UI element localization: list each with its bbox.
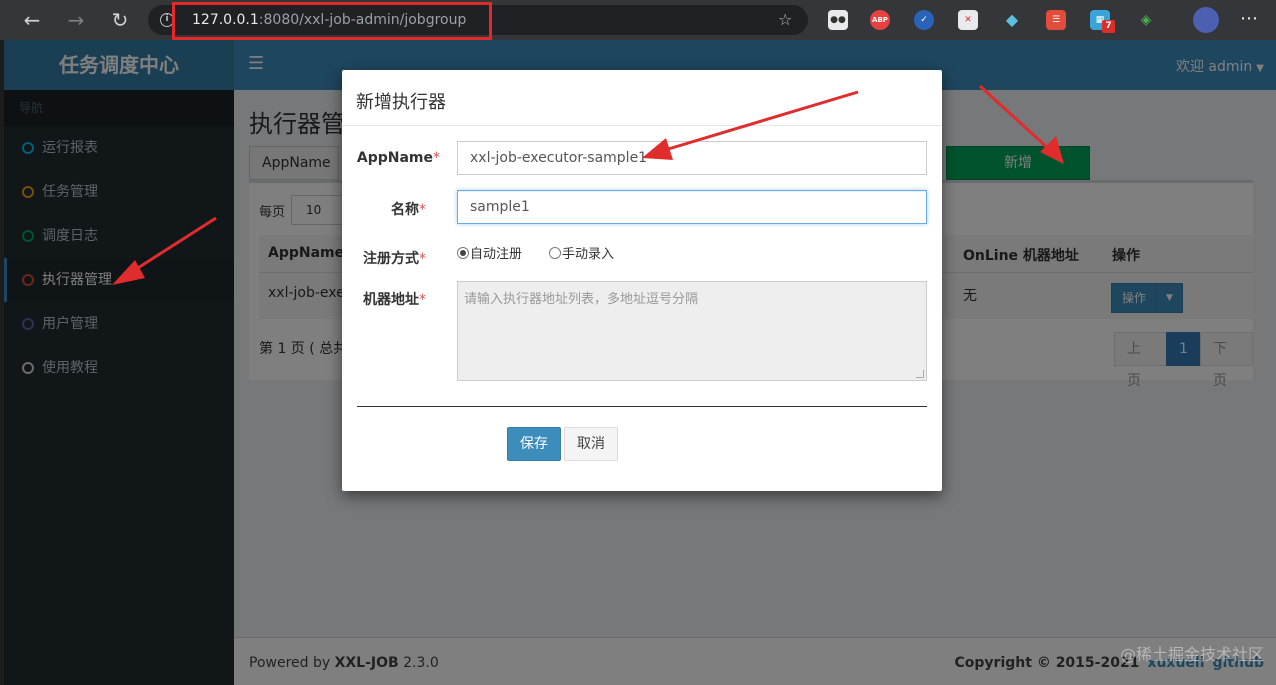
form-divider xyxy=(357,406,927,407)
radio-auto-label: 自动注册 xyxy=(470,247,523,262)
required-mark: * xyxy=(433,150,440,166)
badge-count: 7 xyxy=(1102,20,1115,33)
name-label: 名称* xyxy=(336,199,426,219)
appname-label-text: AppName xyxy=(356,150,433,166)
address-label: 机器地址* xyxy=(336,289,426,309)
radio-checked-icon[interactable] xyxy=(457,247,469,259)
name-input[interactable]: sample1 xyxy=(457,190,927,224)
more-menu-icon[interactable]: ⋯ xyxy=(1240,8,1259,29)
notes-extension-icon[interactable]: ☰ xyxy=(1046,10,1066,30)
modal-title: 新增执行器 xyxy=(356,92,446,113)
address-label-text: 机器地址 xyxy=(363,292,419,308)
forward-arrow-icon[interactable]: → xyxy=(64,8,88,32)
radio-manual-entry[interactable]: 手动录入 xyxy=(549,243,614,262)
register-type-label: 注册方式* xyxy=(336,248,426,268)
required-mark: * xyxy=(419,202,426,218)
url-highlight-box xyxy=(172,2,492,40)
cancel-button[interactable]: 取消 xyxy=(564,427,618,461)
resize-grip-icon[interactable] xyxy=(916,370,924,378)
adblock-icon[interactable]: ABP xyxy=(870,10,890,30)
appname-label: AppName* xyxy=(350,150,440,166)
radio-auto-register[interactable]: 自动注册 xyxy=(457,243,522,262)
add-executor-modal: 新增执行器 AppName* xxl-job-executor-sample1 … xyxy=(342,70,942,491)
address-placeholder: 请输入执行器地址列表，多地址逗号分隔 xyxy=(464,292,699,307)
required-mark: * xyxy=(419,251,426,267)
diamond-extension-icon[interactable]: ◆ xyxy=(1002,10,1022,30)
extension-face-icon[interactable]: ●● xyxy=(828,10,848,30)
address-textarea[interactable]: 请输入执行器地址列表，多地址逗号分隔 xyxy=(457,281,927,381)
save-button[interactable]: 保存 xyxy=(507,427,561,461)
radio-manual-label: 手动录入 xyxy=(562,247,615,262)
close-extension-icon[interactable]: ✕ xyxy=(958,10,978,30)
check-extension-icon[interactable]: ✓ xyxy=(914,10,934,30)
watermark: @稀土掘金技术社区 xyxy=(1119,645,1264,664)
radio-unchecked-icon[interactable] xyxy=(549,247,561,259)
back-arrow-icon[interactable]: ← xyxy=(20,8,44,32)
appname-input[interactable]: xxl-job-executor-sample1 xyxy=(457,141,927,175)
register-type-label-text: 注册方式 xyxy=(363,251,419,267)
profile-avatar-icon[interactable] xyxy=(1193,7,1219,33)
bookmark-star-icon[interactable]: ☆ xyxy=(778,10,792,29)
leaf-extension-icon[interactable]: ◈ xyxy=(1136,10,1156,30)
reload-icon[interactable]: ↻ xyxy=(108,8,132,32)
name-label-text: 名称 xyxy=(391,202,419,218)
modal-divider xyxy=(342,125,942,126)
required-mark: * xyxy=(419,292,426,308)
